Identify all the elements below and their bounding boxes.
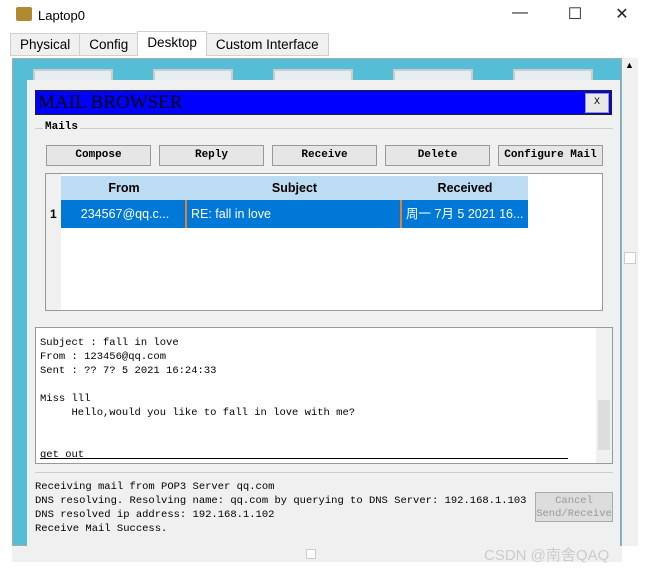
mail-close-button[interactable]: X xyxy=(585,93,609,113)
scroll-thumb[interactable] xyxy=(306,549,316,559)
message-view[interactable]: Subject : fall in love From : 123456@qq.c… xyxy=(35,327,613,464)
compose-button[interactable]: Compose xyxy=(46,145,151,166)
mails-group-label: Mails xyxy=(43,121,81,133)
column-header-received[interactable]: Received xyxy=(402,176,528,200)
app-icon xyxy=(16,7,32,21)
table-cell-subject[interactable]: RE: fall in love xyxy=(187,200,402,228)
row-header-column xyxy=(46,174,61,310)
watermark: CSDN @南舍QAQ xyxy=(484,547,610,564)
table-cell-received[interactable]: 周一 7月 5 2021 16... xyxy=(402,200,528,228)
tab-config[interactable]: Config xyxy=(79,33,139,56)
configure-mail-button[interactable]: Configure Mail xyxy=(498,145,603,166)
scroll-thumb[interactable] xyxy=(624,252,636,264)
table-cell-from[interactable]: 234567@qq.c... xyxy=(61,200,187,228)
tab-desktop[interactable]: Desktop xyxy=(137,31,207,56)
log-line: DNS resolving. Resolving name: qq.com by… xyxy=(35,495,527,507)
divider xyxy=(35,472,613,473)
log-line: Receive Mail Success. xyxy=(35,523,168,535)
cancel-send-receive-button[interactable]: Cancel Send/Receive xyxy=(535,492,613,522)
close-button[interactable]: ✕ xyxy=(602,4,642,26)
message-body: Hello,would you like to fall in love wit… xyxy=(40,407,356,419)
scroll-up-icon[interactable]: ▲ xyxy=(625,60,634,70)
column-header-from[interactable]: From xyxy=(61,176,187,200)
tab-custom-interface[interactable]: Custom Interface xyxy=(205,33,329,56)
message-reply: get out xyxy=(40,449,85,461)
message-scrollbar[interactable] xyxy=(596,328,612,463)
message-subject: Subject : fall in love xyxy=(40,337,179,349)
row-number: 1 xyxy=(50,207,57,221)
reply-button[interactable]: Reply xyxy=(159,145,264,166)
log-line: DNS resolved ip address: 192.168.1.102 xyxy=(35,509,275,521)
mail-table: From Subject Received 1 234567@qq.c... R… xyxy=(45,173,603,311)
tab-physical[interactable]: Physical xyxy=(10,33,81,56)
receive-button[interactable]: Receive xyxy=(272,145,377,166)
mail-browser-header: MAIL BROWSER X xyxy=(35,90,612,115)
scroll-thumb[interactable] xyxy=(598,400,610,450)
message-text: Subject : fall in love From : 123456@qq.c… xyxy=(40,328,356,462)
status-log: Receiving mail from POP3 Server qq.com DN… xyxy=(35,480,526,536)
divider xyxy=(40,458,568,459)
message-sent: Sent : ?? 7? 5 2021 16:24:33 xyxy=(40,365,217,377)
column-header-subject[interactable]: Subject xyxy=(187,176,402,200)
message-greeting: Miss lll xyxy=(40,393,91,405)
mail-browser-title: MAIL BROWSER xyxy=(38,92,183,113)
maximize-button[interactable]: ☐ xyxy=(555,4,595,26)
tab-bar: Physical Config Desktop Custom Interface xyxy=(10,31,329,56)
log-line: Receiving mail from POP3 Server qq.com xyxy=(35,481,275,493)
desktop-vertical-scrollbar[interactable]: ▲ xyxy=(622,58,638,546)
message-from: From : 123456@qq.com xyxy=(40,351,167,363)
minimize-button[interactable]: — xyxy=(500,4,540,26)
delete-button[interactable]: Delete xyxy=(385,145,490,166)
window-title: Laptop0 xyxy=(38,8,85,23)
